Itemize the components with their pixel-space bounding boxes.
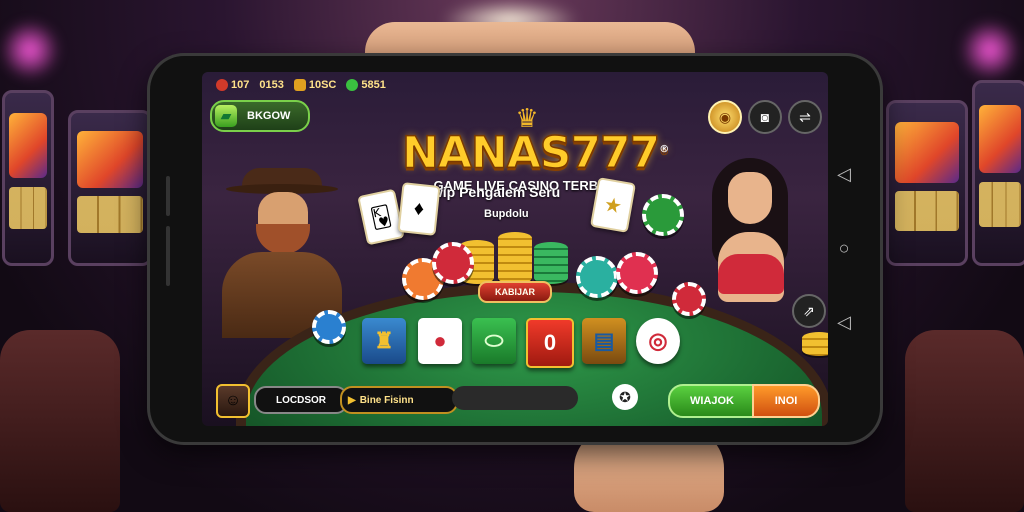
menu-card-icon: ▰ bbox=[215, 105, 237, 127]
chip-stack bbox=[802, 332, 828, 356]
play-icon: ▶ bbox=[348, 394, 356, 406]
chip-stack bbox=[534, 242, 568, 284]
currency-item: 5851 bbox=[346, 79, 386, 92]
slot-machine bbox=[68, 110, 152, 266]
recents-nav-icon[interactable]: ◁ bbox=[834, 312, 854, 332]
slot-machine bbox=[886, 100, 968, 266]
share-icon: ⇗ bbox=[803, 302, 815, 319]
playing-card: ♦ bbox=[397, 182, 441, 236]
camera-button[interactable]: ◙ bbox=[748, 100, 782, 134]
promo-headline: Awip Pengalem Seru bbox=[422, 184, 561, 200]
gold-box-icon bbox=[293, 79, 306, 92]
bet-tile[interactable]: 0 bbox=[526, 318, 574, 368]
poker-chip-icon bbox=[672, 282, 706, 316]
shuffle-button[interactable]: ✪ bbox=[612, 384, 638, 410]
left-action-button[interactable]: WIAJOK bbox=[668, 384, 756, 418]
slot-machine bbox=[972, 80, 1024, 266]
menu-button[interactable]: ▰ BKGOW bbox=[210, 100, 310, 132]
toggle-icon: ⇌ bbox=[799, 108, 811, 125]
golden-bell-icon: ♜ bbox=[374, 328, 394, 353]
red-chip-icon: ◎ bbox=[648, 328, 668, 353]
bottom-bar: ☺ LOCDSOR ▶ Bine Fisinn ✪ WIAJOK INOI bbox=[202, 378, 828, 418]
green-gem-icon bbox=[346, 79, 359, 92]
bet-tile[interactable]: ◎ bbox=[636, 318, 680, 364]
green-chip-icon bbox=[642, 194, 684, 236]
casino-chair bbox=[905, 330, 1024, 512]
poker-chip-icon bbox=[576, 256, 618, 298]
promo-subline: Bupdolu bbox=[484, 208, 529, 220]
right-action-button[interactable]: INOI bbox=[752, 384, 820, 418]
settings-button[interactable]: ⇌ bbox=[788, 100, 822, 134]
home-nav-icon[interactable]: ○ bbox=[834, 238, 854, 258]
ceiling-light bbox=[960, 20, 1020, 80]
menu-label: BKGOW bbox=[247, 110, 291, 122]
chat-field[interactable] bbox=[452, 386, 578, 410]
bet-tile[interactable]: ♜ bbox=[362, 318, 406, 364]
share-button[interactable]: ⇗ bbox=[792, 294, 826, 328]
ceiling-light bbox=[0, 20, 60, 80]
slot-machine bbox=[2, 90, 54, 266]
bet-tile[interactable]: ▤ bbox=[582, 318, 626, 364]
crown-icon: ♛ bbox=[515, 103, 539, 133]
back-nav-icon[interactable]: ◁ bbox=[834, 164, 854, 184]
green-oval-icon: ⬭ bbox=[484, 328, 504, 353]
currency-bar: 107 0153 10SC 5851 bbox=[202, 72, 828, 98]
camera-icon: ◙ bbox=[760, 109, 770, 125]
playing-card: 🂾 bbox=[357, 188, 405, 246]
player-name-field[interactable]: LOCDSOR bbox=[254, 386, 348, 414]
playing-card: ★ bbox=[589, 177, 637, 233]
chip-stack bbox=[498, 232, 532, 284]
poker-chip-icon bbox=[432, 242, 474, 284]
casino-chair bbox=[0, 330, 120, 512]
table-center-label[interactable]: KABIJAR bbox=[478, 281, 552, 303]
shuffle-icon: ✪ bbox=[619, 388, 631, 405]
balance-field[interactable]: ▶ Bine Fisinn bbox=[340, 386, 458, 414]
poker-chip-icon: ● bbox=[433, 328, 447, 353]
phone-device: ◁ ○ ◁ 107 0153 10SC 5851 ▰ BKGOW ◉ ◙ ⇌ ♛… bbox=[150, 56, 880, 442]
poker-chip-icon bbox=[312, 310, 346, 344]
bonus-button[interactable]: ◉ bbox=[708, 100, 742, 134]
bet-tile[interactable]: ● bbox=[418, 318, 462, 364]
red-chip-icon bbox=[216, 79, 228, 92]
chip-stack-icon: ▤ bbox=[593, 328, 615, 353]
currency-item: 107 bbox=[216, 79, 249, 92]
poker-chip-icon bbox=[616, 252, 658, 294]
player-avatar[interactable]: ☺ bbox=[216, 384, 250, 418]
currency-item: 0153 bbox=[259, 79, 284, 91]
game-screen: 107 0153 10SC 5851 ▰ BKGOW ◉ ◙ ⇌ ♛ NANAS… bbox=[202, 72, 828, 426]
avatar-icon: ☺ bbox=[224, 392, 242, 409]
coin-icon: ◉ bbox=[718, 108, 732, 125]
bet-tile[interactable]: ⬭ bbox=[472, 318, 516, 364]
zero-tile-icon: 0 bbox=[543, 330, 557, 355]
logo-title: NANAS777® bbox=[401, 127, 669, 179]
currency-item: 10SC bbox=[293, 79, 336, 92]
dealer-woman-illustration bbox=[698, 158, 808, 308]
